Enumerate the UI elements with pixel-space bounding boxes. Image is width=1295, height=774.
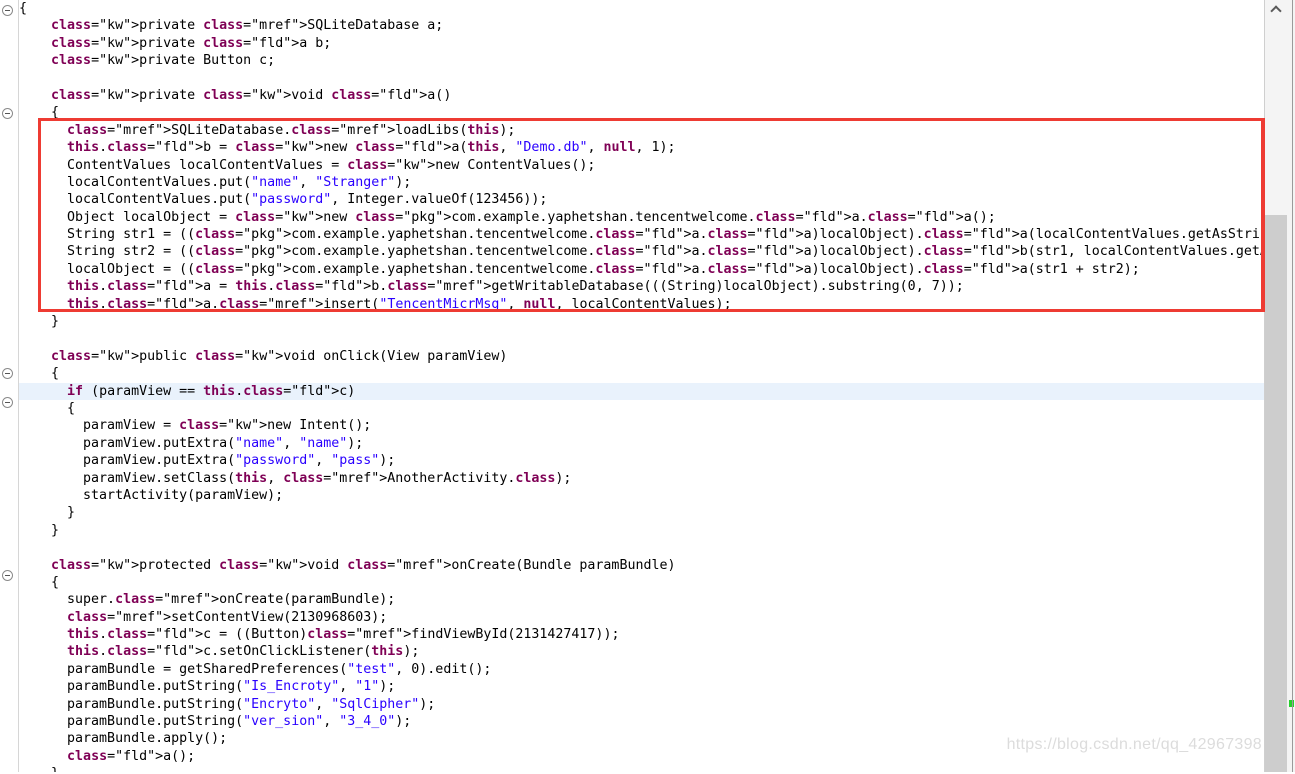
fold-collapse-icon[interactable] [2, 397, 13, 408]
code-line: paramView.putExtra("name", "name"); [19, 435, 364, 451]
editor-gutter [0, 0, 19, 774]
code-line: localContentValues.put("password", Integ… [19, 192, 548, 208]
code-line: startActivity(paramView); [19, 487, 284, 503]
fold-collapse-icon[interactable] [2, 5, 13, 16]
code-line: paramBundle.putString("Is_Encroty", "1")… [19, 679, 396, 695]
code-line: { [19, 105, 60, 121]
code-line: class="kw">private class="mref">SQLiteDa… [51, 18, 444, 34]
code-line: } [19, 505, 76, 521]
code-line: paramBundle.putString("Encryto", "SqlCip… [19, 696, 436, 712]
fold-collapse-icon[interactable] [2, 570, 13, 581]
code-line: class="kw">private Button c; [51, 53, 276, 69]
code-line: String str1 = ((class="pkg">com.example.… [19, 227, 1265, 243]
code-line: localObject = ((class="pkg">com.example.… [19, 261, 1140, 277]
code-line: this.class="fld">a.class="mref">insert("… [67, 296, 732, 312]
code-line: Object localObject = class="kw">new clas… [19, 209, 996, 225]
code-line: { [19, 574, 60, 590]
code-line: String str2 = ((class="pkg">com.example.… [19, 244, 1265, 260]
code-line-list: { class="kw">private class="mref">SQLite… [19, 0, 1265, 774]
code-line: class="kw">private class="kw">void class… [51, 87, 452, 103]
red-highlight-rectangle-edge [1261, 118, 1265, 312]
code-line: paramBundle = getSharedPreferences("test… [19, 661, 492, 677]
scrollbar-thumb[interactable] [1265, 215, 1287, 773]
code-line: this.class="fld">c.setOnClickListener(th… [67, 644, 420, 660]
watermark-text: https://blog.csdn.net/qq_42967398 [1006, 736, 1262, 753]
code-text-area[interactable]: { class="kw">private class="mref">SQLite… [19, 0, 1265, 774]
code-viewer-window: { class="kw">private class="mref">SQLite… [0, 0, 1295, 774]
code-line: class="kw">protected class="kw">void cla… [51, 557, 676, 573]
chevron-up-icon[interactable] [1265, 0, 1287, 17]
code-line: ContentValues localContentValues = class… [19, 157, 596, 173]
fold-collapse-icon[interactable] [2, 368, 13, 379]
code-line: paramView.setClass(this, class="mref">An… [19, 470, 572, 486]
code-line: } [19, 522, 60, 538]
scrollbar-rail [1292, 0, 1293, 774]
code-line: } [19, 314, 60, 330]
code-line: { [19, 366, 60, 382]
code-line: paramBundle.putString("ver_sion", "3_4_0… [19, 714, 412, 730]
code-line: this.class="fld">a = this.class="fld">b.… [67, 279, 964, 295]
code-line: super.class="mref">onCreate(paramBundle)… [19, 592, 396, 608]
code-line: class="kw">public class="kw">void onClic… [51, 348, 508, 364]
code-line: paramView.putExtra("password", "pass"); [19, 453, 396, 469]
fold-collapse-icon[interactable] [2, 108, 13, 119]
code-line: paramView = class="kw">new Intent(); [19, 418, 372, 434]
code-line: this.class="fld">c = ((Button)class="mre… [67, 627, 620, 643]
code-line: if (paramView == this.class="fld">c) [19, 382, 1265, 400]
code-line: class="mref">SQLiteDatabase.class="mref"… [67, 122, 516, 138]
code-line: localContentValues.put("name", "Stranger… [19, 174, 412, 190]
code-line: this.class="fld">b = class="kw">new clas… [67, 140, 676, 156]
code-line: { [19, 400, 76, 416]
vertical-scrollbar[interactable] [1264, 0, 1295, 774]
code-line: class="kw">private class="fld">a b; [51, 35, 332, 51]
code-line: class="mref">setContentView(2130968603); [67, 609, 388, 625]
code-line: { [19, 1, 28, 16]
